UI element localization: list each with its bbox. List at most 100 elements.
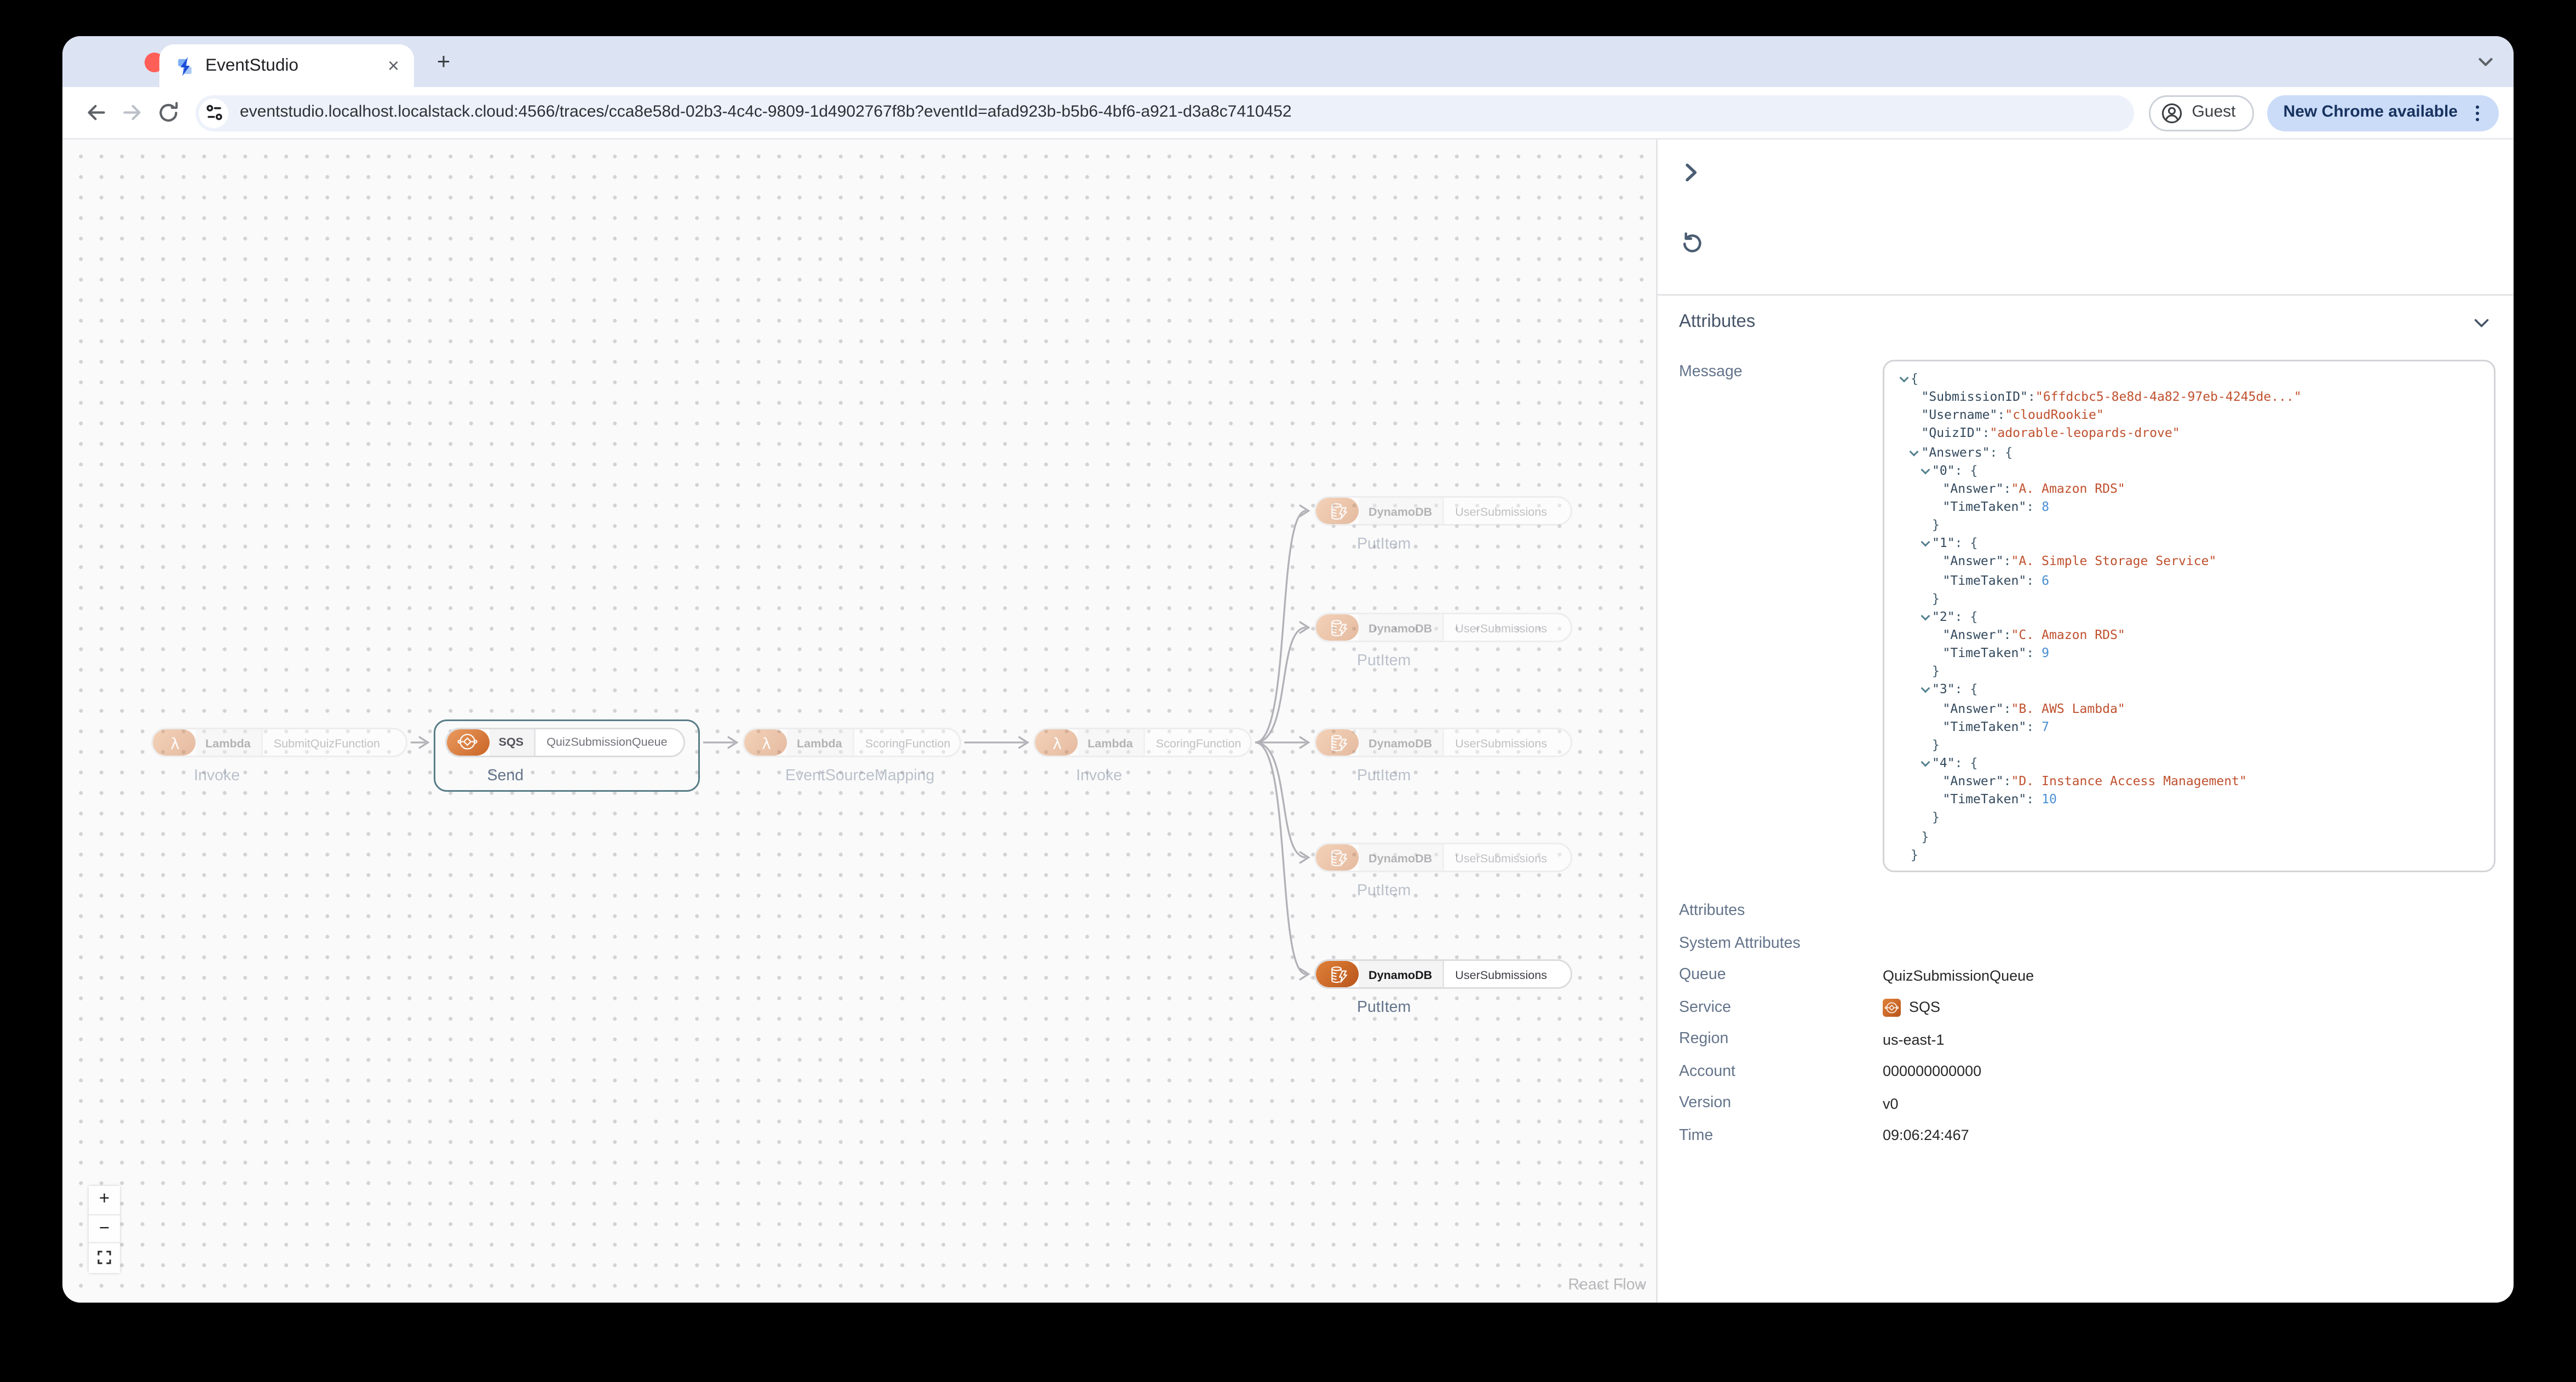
json-line: }	[1921, 828, 1929, 844]
reload-button[interactable]	[150, 95, 186, 131]
site-settings-sliders-icon	[205, 105, 222, 120]
node-service-label: Lambda	[787, 729, 854, 756]
node-resource-label: SubmitQuizFunction	[273, 735, 380, 750]
json-collapse-caret-icon[interactable]	[1920, 757, 1930, 767]
dynamodb-icon	[1316, 961, 1359, 987]
dynamodb-icon	[1316, 729, 1359, 756]
node-pill[interactable]: DynamoDB UserSubmissions	[1314, 496, 1572, 526]
node-service-label: DynamoDB	[1359, 614, 1444, 641]
json-line: "Answer":"A. Simple Storage Service"	[1942, 554, 2217, 569]
flow-edge	[1255, 510, 1307, 744]
attribute-label: Version	[1679, 1094, 1732, 1113]
node-pill[interactable]: SQS QuizSubmissionQueue	[444, 727, 685, 757]
url-text: eventstudio.localhost.localstack.cloud:4…	[240, 103, 1292, 122]
attribute-value: 09:06:24:467	[1883, 1127, 1969, 1144]
guest-label: Guest	[2192, 103, 2236, 122]
json-line: "Answers": {	[1898, 443, 2481, 461]
json-collapse-caret-icon[interactable]	[1920, 684, 1930, 694]
tab-eventstudio[interactable]: EventStudio ×	[159, 44, 414, 87]
back-button[interactable]	[77, 95, 113, 131]
attributes-header-label: Attributes	[1679, 312, 1756, 332]
json-line: "2": {	[1898, 607, 2481, 625]
lambda-icon: λ	[1035, 729, 1078, 756]
json-collapse-caret-icon[interactable]	[1920, 538, 1930, 548]
node-pill[interactable]: DynamoDB UserSubmissions	[1314, 728, 1572, 757]
json-line: }	[1911, 847, 1918, 862]
json-line: "Answer":"D. Instance Access Management"	[1942, 774, 2247, 789]
attribute-value: us-east-1	[1883, 1031, 1945, 1048]
sqs-icon	[446, 728, 489, 755]
guest-avatar-icon	[2162, 102, 2182, 123]
json-line: "3": {	[1898, 681, 2481, 699]
flow-node-lambda-scoring-invoke[interactable]: λ Lambda ScoringFunction Invoke	[1033, 728, 1252, 785]
collapse-panel-button[interactable]	[1677, 159, 1704, 186]
browser-window: EventStudio × + eventstudio.localhost.lo…	[62, 36, 2514, 1303]
details-panel: Attributes Message {"SubmissionID":"6ffd…	[1656, 140, 2514, 1303]
node-pill[interactable]: λ Lambda ScoringFunction	[1033, 728, 1252, 757]
restart-icon	[1683, 232, 1701, 252]
fit-view-button[interactable]	[89, 1243, 120, 1272]
flow-node-lambda-submit[interactable]: λ Lambda SubmitQuizFunction Invoke	[151, 728, 407, 785]
flow-canvas[interactable]: λ Lambda SubmitQuizFunction Invoke SQS QuizSu…	[62, 140, 1656, 1303]
node-resource-label: UserSubmissions	[1455, 503, 1548, 519]
node-pill[interactable]: λ Lambda SubmitQuizFunction	[151, 728, 407, 757]
close-tab-icon[interactable]: ×	[388, 56, 399, 76]
zoom-in-button[interactable]: +	[89, 1186, 120, 1215]
json-collapse-caret-icon[interactable]	[1910, 446, 1919, 456]
guest-profile-button[interactable]: Guest	[2149, 94, 2254, 131]
json-line: }	[1932, 810, 1940, 826]
node-service-label: DynamoDB	[1359, 961, 1444, 987]
json-line: "TimeTaken": 8	[1942, 499, 2049, 514]
json-line: }	[1932, 591, 1940, 606]
flow-node-ddb-5[interactable]: DynamoDB UserSubmissions PutItem	[1314, 959, 1572, 1017]
json-collapse-caret-icon[interactable]	[1920, 611, 1930, 620]
json-line: "Answer":"A. Amazon RDS"	[1942, 481, 2125, 496]
section-link-system-attributes[interactable]: System Attributes	[1658, 928, 2514, 960]
node-pill[interactable]: DynamoDB UserSubmissions	[1314, 959, 1572, 989]
flow-node-lambda-scoring-esm[interactable]: λ Lambda ScoringFunction EventSourceMapping	[743, 728, 961, 785]
node-resource-label: ScoringFunction	[865, 735, 951, 750]
node-resource-label: UserSubmissions	[1455, 735, 1548, 750]
eventstudio-favicon-icon	[178, 56, 192, 76]
json-line: "SubmissionID":"6ffdcbc5-8e8d-4a82-97eb-…	[1921, 389, 2302, 405]
json-line: "TimeTaken": 9	[1942, 646, 2049, 661]
node-pill[interactable]: DynamoDB UserSubmissions	[1314, 613, 1572, 642]
node-action-label: Invoke	[1076, 767, 1122, 785]
attributes-header[interactable]: Attributes	[1658, 296, 2514, 348]
node-action-label: Invoke	[194, 767, 240, 785]
attribute-value: v0	[1883, 1095, 1899, 1112]
chevron-right-icon	[1686, 163, 1697, 182]
node-resource-label: QuizSubmissionQueue	[547, 734, 668, 749]
zoom-out-button[interactable]: −	[89, 1214, 120, 1243]
node-action-label: PutItem	[1357, 535, 1411, 554]
attribute-value: 000000000000	[1883, 1063, 1982, 1080]
chrome-update-button[interactable]: New Chrome available	[2267, 94, 2499, 131]
attribute-label: Queue	[1679, 966, 1726, 984]
flow-node-ddb-2[interactable]: DynamoDB UserSubmissions PutItem	[1314, 613, 1572, 670]
flow-node-ddb-4[interactable]: DynamoDB UserSubmissions PutItem	[1314, 843, 1572, 900]
address-bar[interactable]: eventstudio.localhost.localstack.cloud:4…	[196, 94, 2135, 131]
main-content: λ Lambda SubmitQuizFunction Invoke SQS QuizSu…	[62, 138, 2514, 1303]
json-collapse-caret-icon[interactable]	[1920, 464, 1930, 474]
node-action-label: EventSourceMapping	[785, 767, 935, 785]
chevron-down-icon[interactable]	[2471, 312, 2492, 333]
tab-search-chevron-icon[interactable]	[2476, 53, 2496, 72]
flow-node-ddb-1[interactable]: DynamoDB UserSubmissions PutItem	[1314, 496, 1572, 554]
flow-node-ddb-3[interactable]: DynamoDB UserSubmissions PutItem	[1314, 728, 1572, 785]
node-service-label: DynamoDB	[1359, 844, 1444, 871]
flow-node-sqs-queue[interactable]: SQS QuizSubmissionQueue Send	[444, 727, 685, 785]
json-collapse-caret-icon[interactable]	[1899, 373, 1908, 383]
json-line: "TimeTaken": 7	[1942, 719, 2049, 734]
node-action-label: PutItem	[1357, 882, 1411, 900]
message-json-viewer: {"SubmissionID":"6ffdcbc5-8e8d-4a82-97eb…	[1883, 360, 2496, 872]
node-pill[interactable]: λ Lambda ScoringFunction	[743, 728, 961, 757]
kebab-menu-icon[interactable]	[2468, 103, 2487, 123]
new-tab-button[interactable]: +	[430, 49, 457, 76]
forward-button[interactable]	[113, 95, 150, 131]
section-link-attributes[interactable]: Attributes	[1658, 895, 2514, 928]
replay-event-button[interactable]	[1679, 230, 1705, 256]
sqs-icon	[1883, 998, 1901, 1017]
node-action-label: PutItem	[1357, 999, 1411, 1017]
site-settings-button[interactable]	[199, 97, 228, 128]
node-pill[interactable]: DynamoDB UserSubmissions	[1314, 843, 1572, 872]
